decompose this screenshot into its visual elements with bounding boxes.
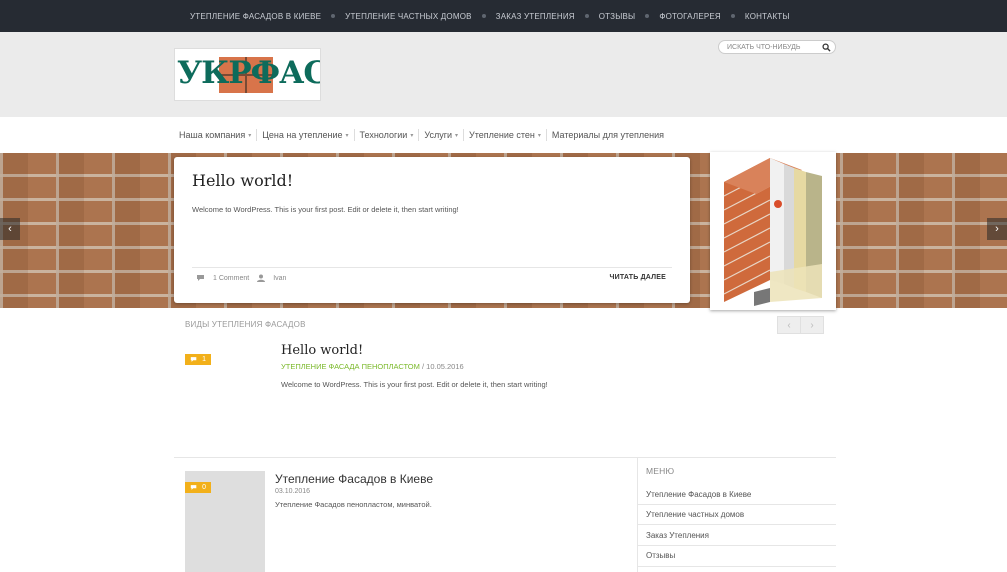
search-icon[interactable] xyxy=(822,43,831,52)
top-nav-item-facades[interactable]: УТЕПЛЕНИЕ ФАСАДОВ В КИЕВЕ xyxy=(190,12,321,21)
latest-post-excerpt: Утепление Фасадов пенопластом, минватой. xyxy=(275,500,432,509)
wall-layers-illustration xyxy=(723,158,822,306)
top-nav-label[interactable]: УТЕПЛЕНИЕ ЧАСТНЫХ ДОМОВ xyxy=(345,12,472,21)
logo-text: УКРФАСАД xyxy=(177,55,320,91)
top-nav-label[interactable]: ФОТОГАЛЕРЕЯ xyxy=(659,12,721,21)
chevron-down-icon: ▾ xyxy=(410,132,414,139)
main-nav-company[interactable]: Наша компания ▾ xyxy=(174,130,256,140)
sidebar-separator xyxy=(638,504,836,505)
sidebar-divider xyxy=(637,458,638,572)
sidebar-title: МЕНЮ xyxy=(646,466,675,476)
search-input[interactable] xyxy=(719,43,819,51)
search-box xyxy=(718,40,836,54)
chevron-right-icon: › xyxy=(995,223,999,235)
site-header xyxy=(0,32,1007,117)
chevron-left-icon: ‹ xyxy=(787,319,791,331)
slide-divider xyxy=(192,267,672,268)
slider-next-button[interactable]: › xyxy=(987,218,1007,240)
chevron-down-icon: ▾ xyxy=(455,132,459,139)
nav-bullet-icon xyxy=(331,14,336,18)
post-category[interactable]: УТЕПЛЕНИЕ ФАСАДА ПЕНОПЛАСТОМ xyxy=(281,362,420,371)
top-nav-label[interactable]: УТЕПЛЕНИЕ ФАСАДОВ В КИЕВЕ xyxy=(190,12,321,21)
latest-post-date: 03.10.2016 xyxy=(275,488,311,495)
chevron-right-icon: › xyxy=(810,319,814,331)
top-nav-label[interactable]: ОТЗЫВЫ xyxy=(599,12,636,21)
nav-bullet-icon xyxy=(584,14,589,18)
main-nav-services[interactable]: Услуги ▾ xyxy=(419,130,463,140)
sidebar-item-reviews[interactable]: Отзывы xyxy=(646,551,675,560)
comment-icon xyxy=(190,485,197,490)
main-nav-price[interactable]: Цена на утепление ▾ xyxy=(257,130,353,140)
section-next-button[interactable]: › xyxy=(800,316,824,334)
slide-author[interactable]: Ivan xyxy=(273,275,286,282)
main-nav-label[interactable]: Цена на утепление xyxy=(262,130,342,140)
chevron-down-icon: ▾ xyxy=(345,132,349,139)
slide-excerpt: Welcome to WordPress. This is your first… xyxy=(192,205,459,214)
user-icon xyxy=(257,274,266,282)
top-nav-item-reviews[interactable]: ОТЗЫВЫ xyxy=(599,12,636,21)
post-date: 10.05.2016 xyxy=(426,362,464,371)
main-nav-label[interactable]: Материалы для утепления xyxy=(552,130,664,140)
nav-bullet-icon xyxy=(730,14,735,18)
chevron-down-icon: ▾ xyxy=(537,132,541,139)
top-nav-label[interactable]: КОНТАКТЫ xyxy=(745,12,790,21)
chevron-left-icon: ‹ xyxy=(8,223,12,235)
slide-card: Hello world! Welcome to WordPress. This … xyxy=(174,157,690,303)
sidebar-separator xyxy=(638,524,836,525)
comment-count-badge[interactable]: 0 xyxy=(185,482,211,493)
slide-title[interactable]: Hello world! xyxy=(192,171,293,190)
sidebar-separator xyxy=(638,566,836,567)
sidebar-item-order[interactable]: Заказ Утепления xyxy=(646,531,709,540)
main-nav-label[interactable]: Услуги xyxy=(424,130,452,140)
chevron-down-icon: ▾ xyxy=(248,132,252,139)
read-more-link[interactable]: ЧИТАТЬ ДАЛЕЕ xyxy=(609,274,666,281)
insulation-diagram-image xyxy=(710,152,836,310)
top-nav-item-gallery[interactable]: ФОТОГАЛЕРЕЯ xyxy=(659,12,721,21)
latest-post-title[interactable]: Утепление Фасадов в Киеве xyxy=(275,472,433,486)
main-nav-label[interactable]: Утепление стен xyxy=(469,130,535,140)
sidebar-item-facades[interactable]: Утепление Фасадов в Киеве xyxy=(646,490,751,499)
top-nav-item-houses[interactable]: УТЕПЛЕНИЕ ЧАСТНЫХ ДОМОВ xyxy=(345,12,472,21)
top-nav: УТЕПЛЕНИЕ ФАСАДОВ В КИЕВЕ УТЕПЛЕНИЕ ЧАСТ… xyxy=(190,0,790,32)
post-title[interactable]: Hello world! xyxy=(281,343,363,358)
main-nav-tech[interactable]: Технологии ▾ xyxy=(355,130,419,140)
slide-meta: 1 Comment Ivan xyxy=(196,274,286,282)
top-nav-label[interactable]: ЗАКАЗ УТЕПЛЕНИЯ xyxy=(496,12,575,21)
nav-bullet-icon xyxy=(481,14,486,18)
comment-count: 1 xyxy=(202,356,206,363)
section-title: ВИДЫ УТЕПЛЕНИЯ ФАСАДОВ xyxy=(185,320,306,329)
main-nav-label[interactable]: Технологии xyxy=(360,130,408,140)
main-nav-materials[interactable]: Материалы для утепления xyxy=(547,130,669,140)
main-nav-label[interactable]: Наша компания xyxy=(179,130,245,140)
slide-comments[interactable]: 1 Comment xyxy=(213,275,249,282)
site-logo[interactable]: УКРФАСАД xyxy=(174,48,321,101)
content-divider xyxy=(174,457,836,458)
comment-count: 0 xyxy=(202,484,206,491)
nav-bullet-icon xyxy=(645,14,650,18)
comment-count-badge[interactable]: 1 xyxy=(185,354,211,365)
main-nav: Наша компания ▾ Цена на утепление ▾ Технол… xyxy=(174,125,669,145)
top-bar: УТЕПЛЕНИЕ ФАСАДОВ В КИЕВЕ УТЕПЛЕНИЕ ЧАСТ… xyxy=(0,0,1007,32)
top-nav-item-order[interactable]: ЗАКАЗ УТЕПЛЕНИЯ xyxy=(496,12,575,21)
comment-icon xyxy=(197,275,204,281)
main-nav-walls[interactable]: Утепление стен ▾ xyxy=(464,130,546,140)
comment-icon xyxy=(190,357,197,362)
post-excerpt: Welcome to WordPress. This is your first… xyxy=(281,380,548,389)
sidebar-item-houses[interactable]: Утепление частных домов xyxy=(646,510,744,519)
slider-prev-button[interactable]: ‹ xyxy=(0,218,20,240)
top-nav-item-contacts[interactable]: КОНТАКТЫ xyxy=(745,12,790,21)
section-prev-button[interactable]: ‹ xyxy=(777,316,801,334)
sidebar-separator xyxy=(638,545,836,546)
post-meta: УТЕПЛЕНИЕ ФАСАДА ПЕНОПЛАСТОМ / 10.05.201… xyxy=(281,362,464,371)
